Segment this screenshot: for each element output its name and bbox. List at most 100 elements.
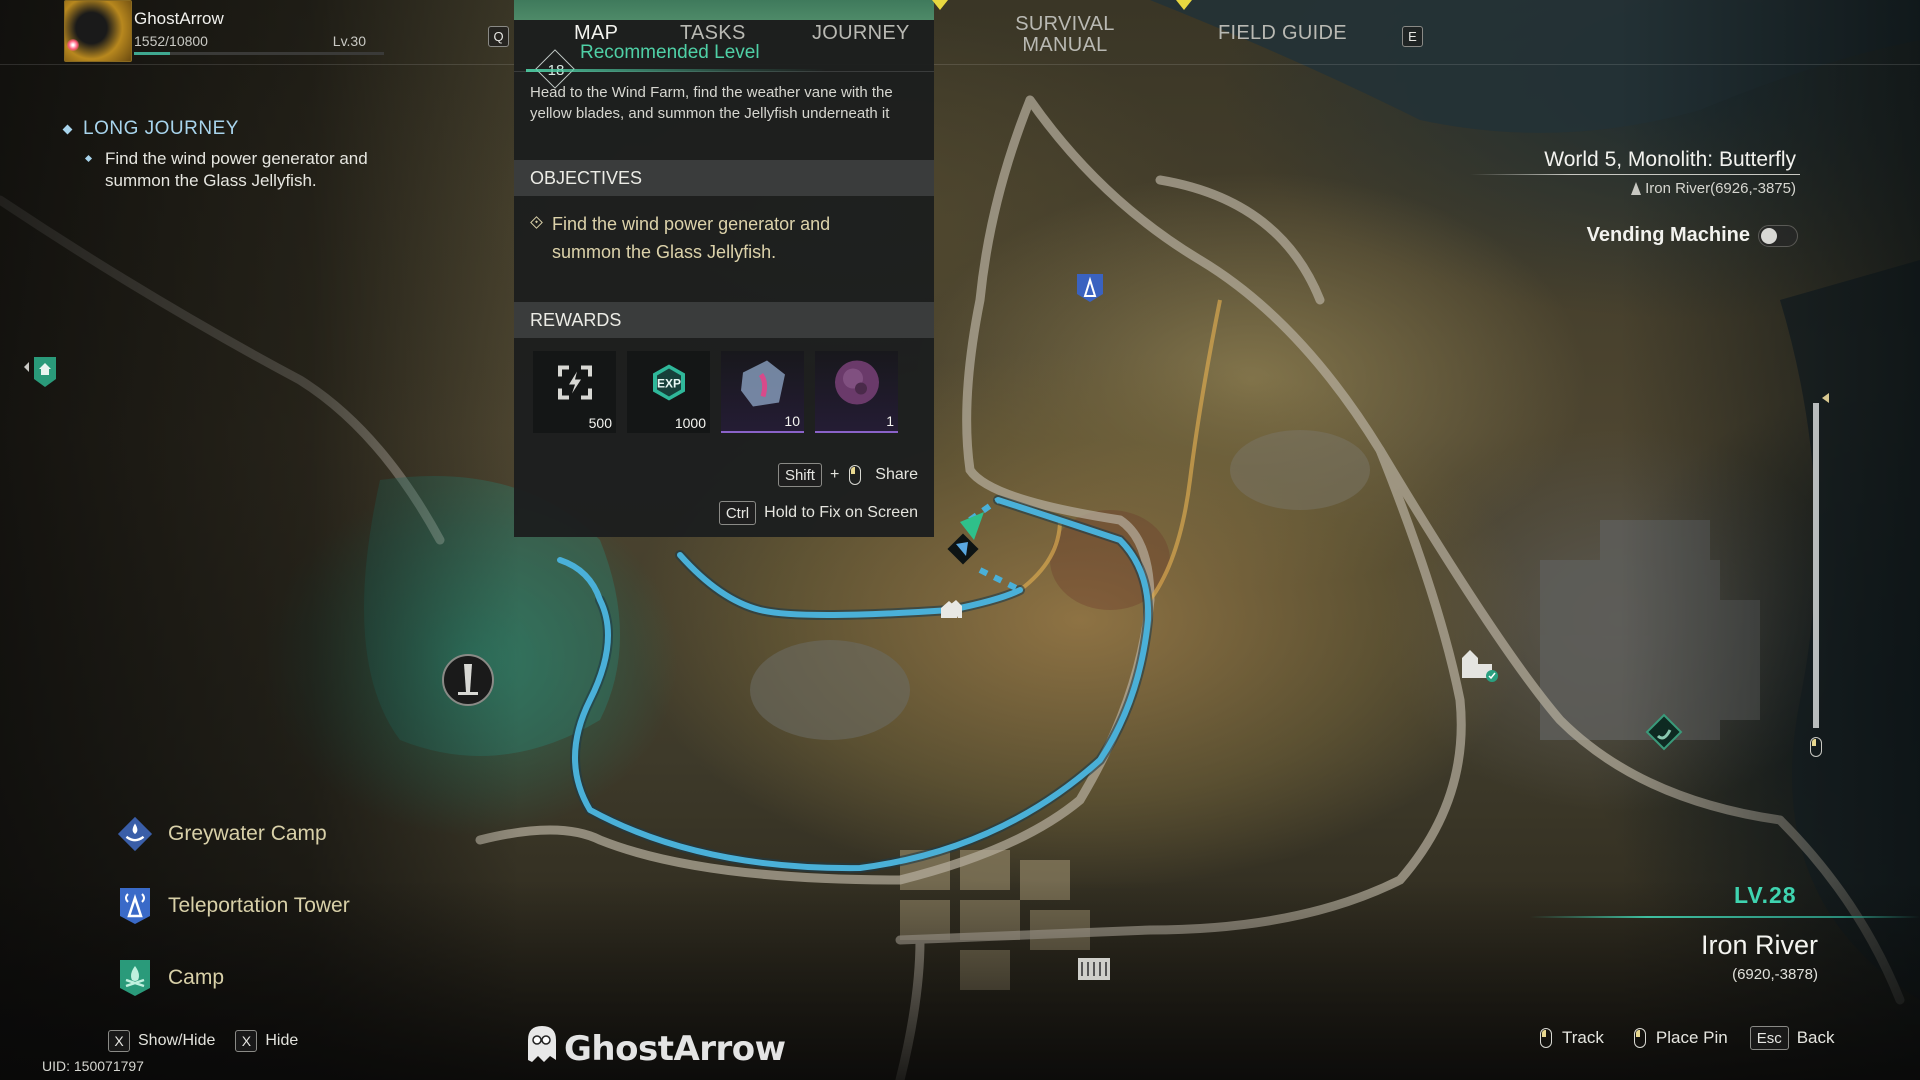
- exp-icon: EXP: [649, 363, 689, 408]
- shift-key: Shift: [777, 463, 822, 487]
- share-hint[interactable]: Shift + Share: [777, 463, 918, 487]
- region-name: Iron River: [1700, 930, 1818, 960]
- reward-item[interactable]: 1: [815, 351, 898, 433]
- player-uid: UID: 150071797: [42, 1058, 144, 1074]
- fix-on-screen-label: Hold to Fix on Screen: [764, 504, 918, 521]
- building-marker-icon[interactable]: [1074, 952, 1114, 987]
- reward-count: 10: [784, 413, 800, 429]
- legend-label: Camp: [168, 966, 225, 989]
- objective-bullet-icon: [530, 216, 543, 229]
- ghost-logo-icon: [524, 1024, 560, 1073]
- map-controls: Track Place Pin Esc Back: [1540, 1026, 1835, 1050]
- legend-item-teleportation-tower[interactable]: Teleportation Tower: [116, 870, 350, 942]
- watermark-text: GhostArrow: [564, 1028, 786, 1069]
- tab-map[interactable]: MAP: [574, 23, 618, 44]
- quest-target-marker[interactable]: [940, 512, 990, 577]
- world-location-text: Iron River(6926,-3875): [1645, 180, 1796, 197]
- mouse-left-click-icon: [849, 465, 862, 485]
- esc-key[interactable]: Esc: [1749, 1026, 1789, 1050]
- mouse-right-click-icon: [1633, 1028, 1646, 1048]
- rewards-list: 500 EXP 1000 10 1: [514, 338, 934, 438]
- off-screen-camp-marker[interactable]: [24, 355, 56, 394]
- monolith-marker[interactable]: [440, 652, 496, 713]
- reward-count: 1: [886, 413, 894, 429]
- next-tab-key[interactable]: E: [1402, 26, 1423, 47]
- reward-item[interactable]: 10: [721, 351, 804, 433]
- player-card[interactable]: GhostArrow 1552/10800 Lv.30: [64, 0, 384, 64]
- plus-sign: +: [829, 466, 840, 483]
- legend-label: Teleportation Tower: [168, 894, 350, 917]
- toggle-knob: [1761, 227, 1777, 244]
- camp-icon: [116, 958, 154, 998]
- prev-tab-key[interactable]: Q: [488, 26, 509, 47]
- navigation-arrow-icon: [1631, 182, 1642, 195]
- house-marker-icon[interactable]: [938, 598, 964, 625]
- player-level: Lv.30: [332, 33, 366, 49]
- region-coordinates: (6920,-3878): [1732, 966, 1818, 983]
- world-title-divider: [1470, 174, 1800, 175]
- watermark: GhostArrow: [524, 1024, 786, 1073]
- reward-count: 500: [588, 415, 612, 431]
- place-pin-label[interactable]: Place Pin: [1656, 1028, 1728, 1048]
- tab-survival-manual[interactable]: SURVIVAL MANUAL: [1012, 14, 1118, 56]
- tab-indicator-icon: [932, 0, 948, 10]
- greywater-camp-icon: [116, 814, 154, 854]
- share-label: Share: [875, 466, 918, 483]
- player-name: GhostArrow: [134, 9, 224, 28]
- teleportation-tower-icon: [116, 886, 154, 926]
- tab-field-guide[interactable]: FIELD GUIDE: [1218, 23, 1347, 44]
- legend-item-greywater-camp[interactable]: Greywater Camp: [116, 798, 350, 870]
- vending-machine-filter[interactable]: Vending Machine: [1587, 224, 1798, 247]
- legend-controls: X Show/Hide X Hide: [108, 1030, 298, 1052]
- quest-tracker[interactable]: LONG JOURNEY Find the wind power generat…: [62, 118, 405, 192]
- reward-item[interactable]: 500: [533, 351, 616, 433]
- ctrl-key: Ctrl: [718, 501, 757, 525]
- legend-label: Greywater Camp: [168, 822, 327, 845]
- building-marker-icon[interactable]: [1460, 648, 1500, 687]
- rock-formation: [750, 640, 910, 740]
- reward-item[interactable]: EXP 1000: [627, 351, 710, 433]
- show-hide-label[interactable]: Show/Hide: [138, 1032, 215, 1050]
- energy-icon: [557, 365, 593, 406]
- tab-indicator-icon: [1176, 0, 1192, 10]
- show-hide-key[interactable]: X: [108, 1030, 130, 1052]
- track-label[interactable]: Track: [1562, 1028, 1604, 1048]
- rock-formation: [1230, 430, 1370, 510]
- hide-key[interactable]: X: [235, 1030, 258, 1052]
- map-zoom-slider[interactable]: [1813, 403, 1819, 728]
- world-title: World 5, Monolith: Butterfly: [1544, 148, 1796, 171]
- jellyfish-cube-icon: [733, 352, 793, 417]
- vending-machine-toggle[interactable]: [1758, 224, 1798, 247]
- header-divider: [0, 64, 1920, 65]
- fix-on-screen-hint[interactable]: Ctrl Hold to Fix on Screen: [718, 501, 918, 525]
- hide-label[interactable]: Hide: [265, 1032, 298, 1050]
- mouse-scroll-icon: [1810, 737, 1822, 762]
- recommended-level-underline: [526, 69, 826, 72]
- xp-progress-bar: [134, 52, 384, 55]
- tab-journey[interactable]: JOURNEY: [812, 23, 910, 44]
- svg-text:EXP: EXP: [656, 377, 680, 391]
- back-label[interactable]: Back: [1797, 1028, 1835, 1048]
- tracker-bullet-icon: [62, 124, 73, 134]
- player-avatar[interactable]: [64, 0, 132, 62]
- recommended-level-label: Recommended Level: [580, 42, 760, 63]
- legend-item-camp[interactable]: Camp: [116, 942, 350, 1014]
- mouse-left-click-icon: [1540, 1028, 1552, 1048]
- objectives-header: OBJECTIVES: [514, 160, 934, 196]
- quest-description: Head to the Wind Farm, find the weather …: [530, 84, 893, 122]
- objective-item: Find the wind power generator and summon…: [552, 214, 831, 262]
- quest-detail-panel: 18 Recommended Level Head to the Wind Fa…: [514, 0, 934, 537]
- world-location: Iron River(6926,-3875): [1631, 180, 1796, 197]
- tracker-step-bullet-icon: [84, 154, 93, 163]
- purple-orb-icon: [829, 354, 885, 415]
- teleportation-tower-marker[interactable]: [1075, 272, 1105, 309]
- region-level: LV.28: [1734, 882, 1797, 908]
- vending-machine-label: Vending Machine: [1586, 224, 1750, 246]
- map-legend: Greywater Camp Teleportation Tower Camp: [116, 798, 350, 1014]
- tracker-quest-title: LONG JOURNEY: [83, 118, 239, 139]
- rewards-header: REWARDS: [514, 302, 934, 338]
- tracker-step-text: Find the wind power generator and summon…: [105, 149, 368, 190]
- fishing-spot-marker[interactable]: [1644, 712, 1684, 757]
- player-xp: 1552/10800: [134, 33, 208, 49]
- tab-tasks[interactable]: TASKS: [680, 23, 746, 44]
